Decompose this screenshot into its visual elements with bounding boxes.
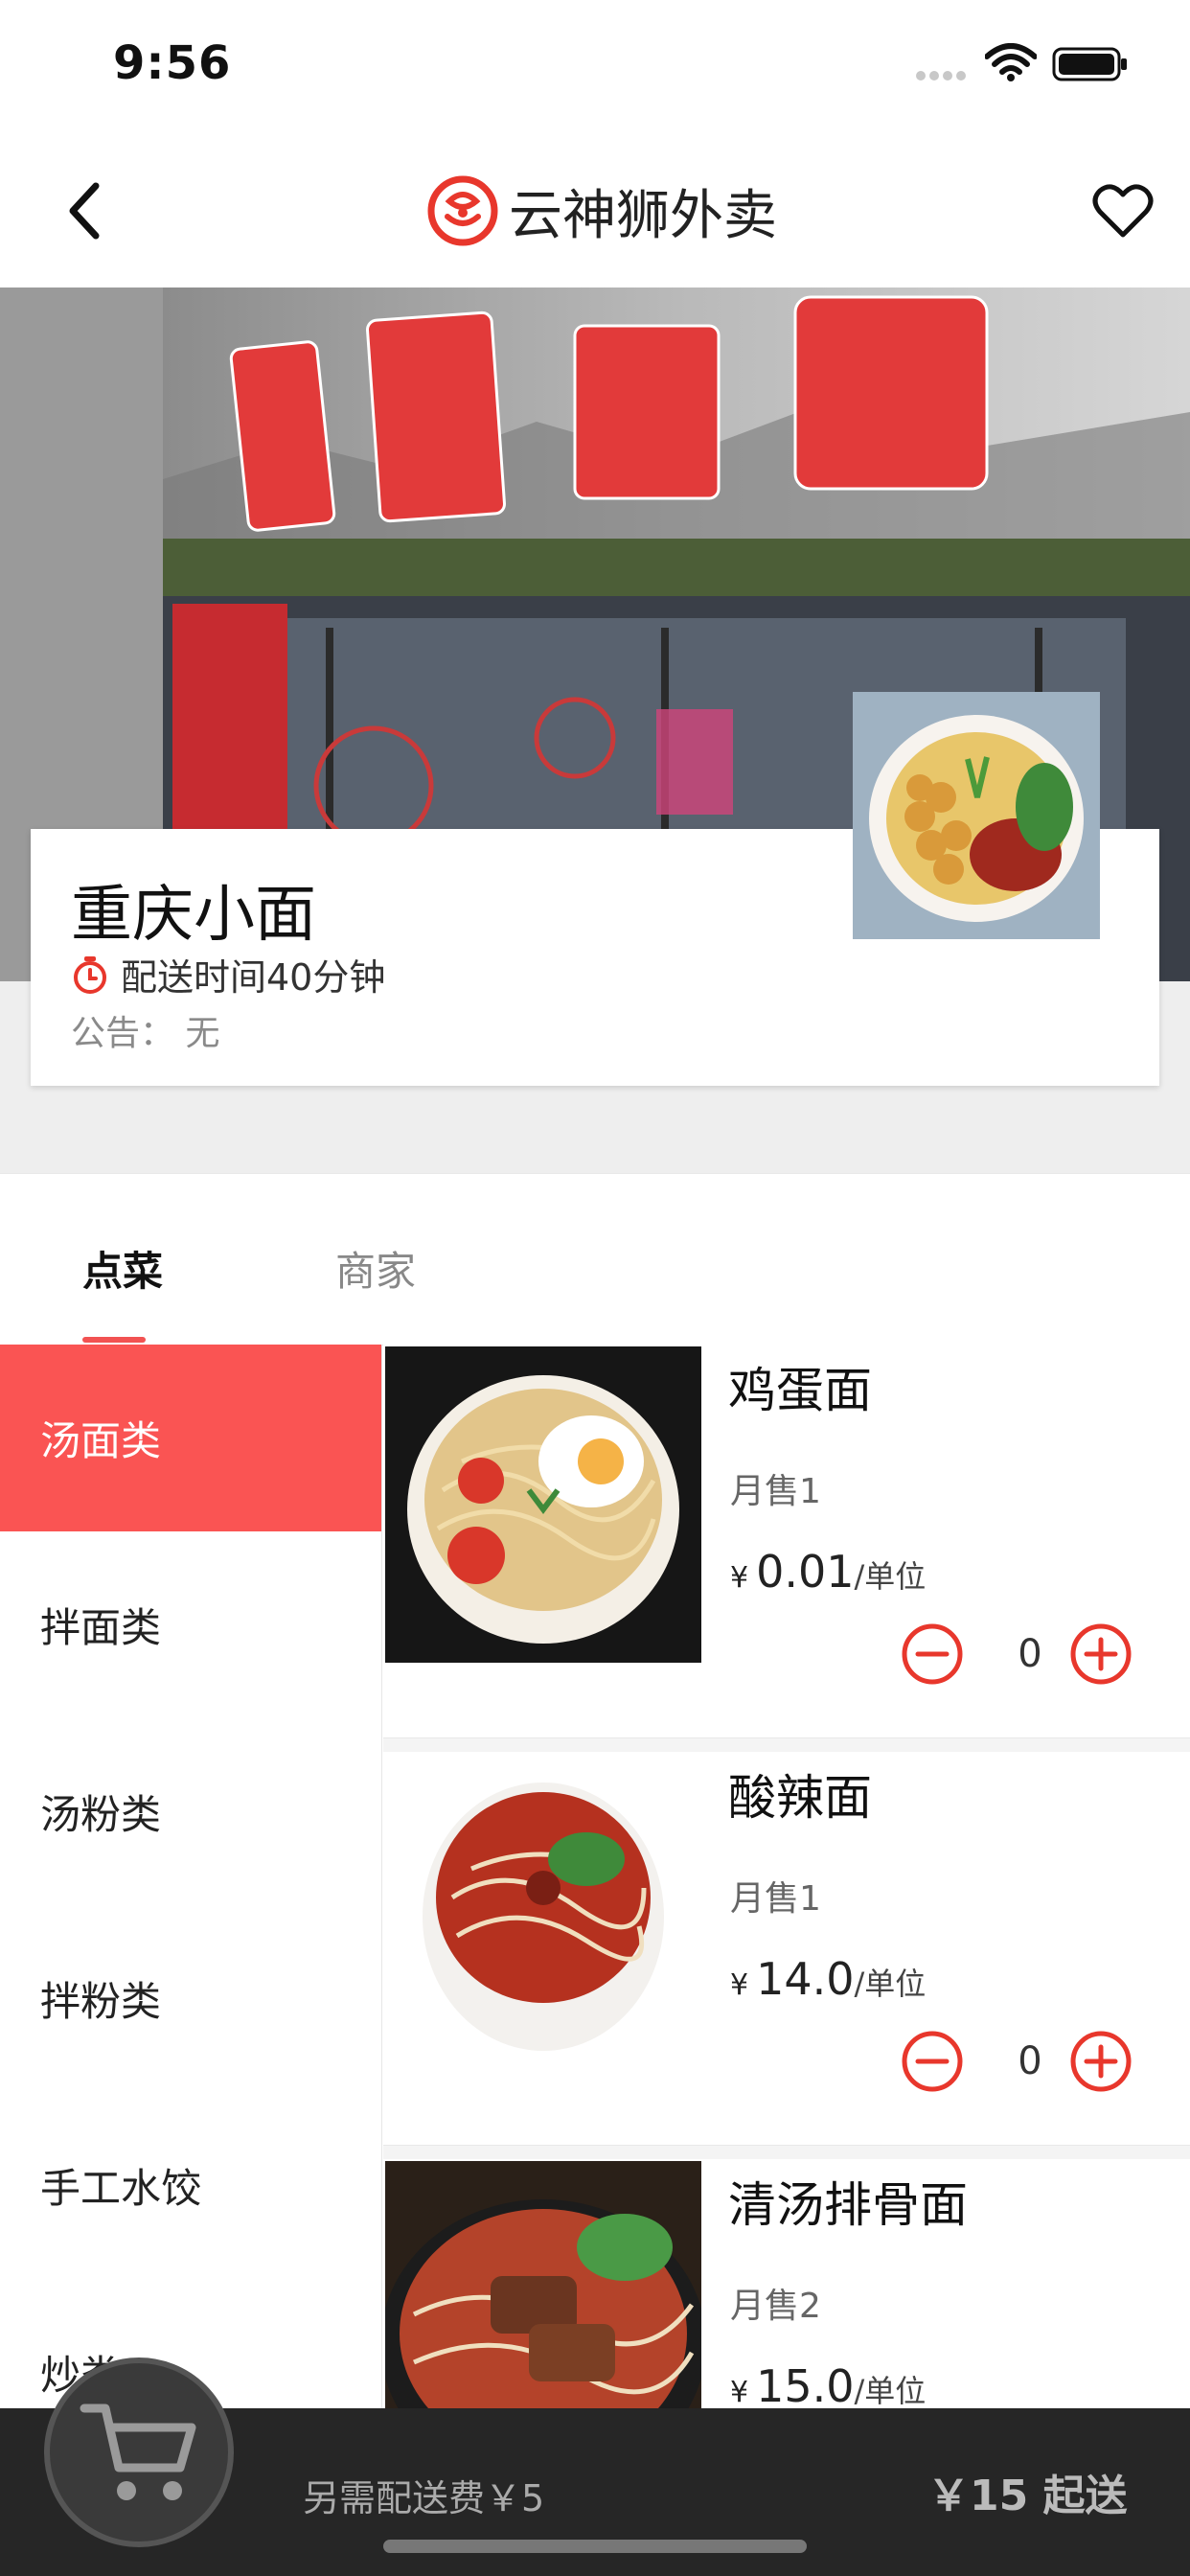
dish-image — [385, 1754, 701, 2070]
price-unit: /单位 — [854, 1966, 927, 2002]
price-currency: ¥ — [730, 1968, 749, 2002]
signal-icon — [916, 71, 966, 80]
plus-circle-icon[interactable] — [1069, 2030, 1133, 2093]
category-label: 拌粉类 — [40, 1978, 162, 2025]
price-value: 15.0 — [756, 2360, 855, 2408]
price-unit: /单位 — [854, 2373, 927, 2408]
minus-circle-icon[interactable] — [901, 1622, 964, 1686]
favorite-button[interactable] — [1085, 172, 1161, 249]
dish-list: 鸡蛋面 月售1 ¥ 0.01 /单位 0 酸辣面 月售1 ¥ 14.0 /单位 … — [383, 1345, 1190, 2408]
dish-price: ¥ 14.0 /单位 — [730, 1953, 926, 2005]
dish-divider — [383, 2145, 1190, 2159]
active-tab-indicator — [82, 1337, 146, 1343]
dish-card: 鸡蛋面 月售1 ¥ 0.01 /单位 0 — [383, 1345, 1190, 1752]
extra-delivery-fee: 另需配送费￥5 — [303, 2477, 545, 2519]
price-unit: /单位 — [854, 1558, 927, 1595]
heart-icon — [1092, 184, 1154, 238]
cart-button[interactable] — [44, 2358, 234, 2547]
tab-bar: 点菜 商家 — [0, 1173, 1190, 1346]
price-value: 14.0 — [756, 1953, 855, 2005]
dish-divider — [383, 1737, 1190, 1752]
dish-price: ¥ 0.01 /单位 — [730, 1546, 926, 1598]
dish-image — [385, 2161, 701, 2408]
dish-name: 酸辣面 — [728, 1770, 872, 1826]
minus-circle-icon[interactable] — [901, 2030, 964, 2093]
category-item-soup-rice-noodles[interactable]: 汤粉类 — [0, 1718, 381, 1905]
category-item-dumplings[interactable]: 手工水饺 — [0, 2092, 381, 2279]
dish-card: 清汤排骨面 月售2 ¥ 15.0 /单位 — [383, 2159, 1190, 2408]
price-value: 0.01 — [756, 1546, 855, 1598]
home-indicator — [383, 2540, 807, 2553]
delivery-time-text: 配送时间40分钟 — [121, 956, 386, 999]
wifi-icon — [985, 43, 1037, 81]
quantity-count: 0 — [1018, 1632, 1042, 1676]
timer-icon — [74, 955, 106, 994]
shop-name: 重庆小面 — [71, 880, 316, 951]
category-item-mixed-noodles[interactable]: 拌面类 — [0, 1531, 381, 1718]
shop-logo-image — [853, 692, 1100, 939]
dish-price: ¥ 15.0 /单位 — [730, 2360, 926, 2408]
brand: 云神狮外卖 — [426, 171, 777, 251]
dish-monthly-sales: 月售2 — [730, 2287, 821, 2326]
category-item-soup-noodles[interactable]: 汤面类 — [0, 1345, 381, 1531]
dish-name: 清汤排骨面 — [728, 2177, 968, 2233]
dish-name: 鸡蛋面 — [728, 1363, 872, 1418]
plus-circle-icon[interactable] — [1069, 1622, 1133, 1686]
battery-icon — [1052, 47, 1127, 81]
category-label: 拌面类 — [40, 1604, 162, 1651]
delivery-time-row: 配送时间40分钟 — [71, 948, 385, 1000]
back-arrow-icon — [69, 182, 100, 240]
quantity-count: 0 — [1018, 2039, 1042, 2083]
dish-image — [385, 1346, 701, 1663]
dish-monthly-sales: 月售1 — [730, 1879, 821, 1919]
price-currency: ¥ — [730, 1561, 749, 1595]
nav-bar: 云神狮外卖 — [0, 134, 1190, 288]
category-item-mixed-rice-noodles[interactable]: 拌粉类 — [0, 1905, 381, 2092]
dish-monthly-sales: 月售1 — [730, 1472, 821, 1511]
status-bar: 9:56 — [0, 0, 1190, 134]
minimum-order-button[interactable]: ￥15 起送 — [927, 2461, 1128, 2522]
tab-order[interactable]: 点菜 — [82, 1239, 163, 1298]
dish-card: 酸辣面 月售1 ¥ 14.0 /单位 0 — [383, 1752, 1190, 2159]
brand-logo-icon — [427, 175, 498, 246]
shop-notice: 公告： 无 — [71, 1014, 220, 1053]
back-button[interactable] — [56, 172, 113, 249]
status-time: 9:56 — [113, 36, 232, 90]
category-label: 手工水饺 — [40, 2165, 202, 2212]
price-currency: ¥ — [730, 2376, 749, 2408]
category-label: 汤面类 — [40, 1417, 162, 1464]
category-sidebar: 汤面类 拌面类 汤粉类 拌粉类 手工水饺 炒类 — [0, 1345, 382, 2408]
cart-icon — [80, 2404, 196, 2500]
app-title: 云神狮外卖 — [509, 184, 777, 247]
tab-merchant[interactable]: 商家 — [335, 1239, 416, 1298]
category-label: 汤粉类 — [40, 1791, 162, 1838]
